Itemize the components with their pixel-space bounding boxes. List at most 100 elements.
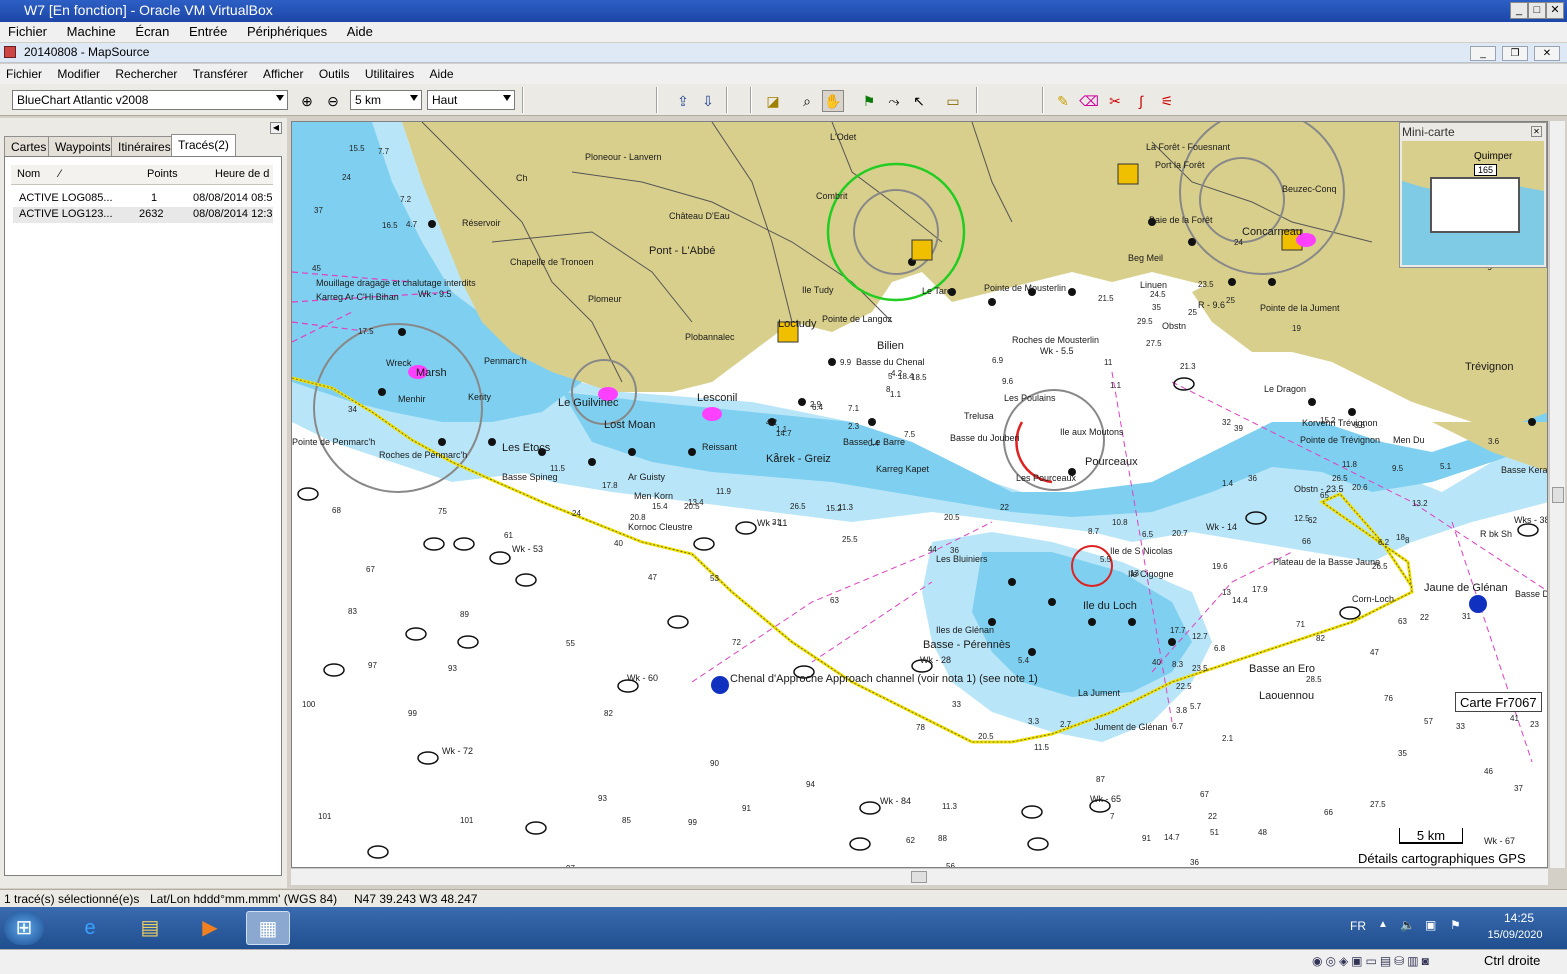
- clock-time[interactable]: 14:25: [1492, 911, 1546, 925]
- map-place-label: Basse du Jouberi: [950, 433, 1020, 443]
- depth-sounding: 24: [342, 173, 351, 182]
- minimap-viewport[interactable]: [1430, 177, 1520, 233]
- tab-waypoints[interactable]: Waypoints: [48, 136, 118, 156]
- ms-restore-button[interactable]: ❐: [1502, 46, 1528, 61]
- language-indicator[interactable]: FR: [1350, 919, 1366, 933]
- map-place-label: Les Poulains: [1004, 393, 1056, 403]
- cursor-position: N47 39.243 W3 48.247: [354, 892, 478, 906]
- action-center-icon[interactable]: ⚑: [1450, 918, 1461, 932]
- col-name[interactable]: Nom: [17, 168, 40, 180]
- distance-tool-icon[interactable]: ▭: [942, 90, 964, 112]
- zoom-in-icon[interactable]: ⊕: [296, 90, 318, 112]
- menu-afficher[interactable]: Afficher: [257, 64, 309, 84]
- depth-sounding: 9.6: [1002, 377, 1014, 386]
- map-place-label: Château D'Eau: [669, 211, 730, 221]
- vbox-menu-fichier[interactable]: Fichier: [0, 22, 55, 41]
- collapse-panel-icon[interactable]: ◀: [270, 122, 282, 134]
- map-place-label: Basse an Ero: [1249, 663, 1316, 675]
- menu-aide[interactable]: Aide: [424, 64, 460, 84]
- map-place-label: Basse du Chenal: [856, 357, 925, 367]
- depth-sounding: 34: [348, 405, 357, 414]
- ms-close-button[interactable]: ✕: [1534, 46, 1560, 61]
- explorer-taskbar-icon[interactable]: ▤: [128, 911, 172, 945]
- menu-fichier[interactable]: Fichier: [0, 64, 48, 84]
- product-select[interactable]: BlueChart Atlantic v2008: [12, 90, 288, 110]
- route-tool-icon[interactable]: ⤳: [883, 90, 905, 112]
- send-to-device-icon[interactable]: ⇩: [697, 90, 719, 112]
- speaker-icon[interactable]: 🔈: [1400, 918, 1415, 932]
- table-row[interactable]: ACTIVE LOG085... 1 08/08/2014 08:5: [13, 191, 273, 207]
- join-track-icon[interactable]: ∫: [1130, 90, 1152, 112]
- menu-modifier[interactable]: Modifier: [51, 64, 106, 84]
- map-vertical-scrollbar[interactable]: [1549, 121, 1565, 868]
- divide-track-icon[interactable]: ✂: [1104, 90, 1126, 112]
- minimap-panel[interactable]: Mini-carte ✕ Quimper 165: [1399, 122, 1547, 268]
- map-place-label: Les Bluiniers: [936, 554, 988, 564]
- map-horizontal-scrollbar[interactable]: [291, 868, 1548, 885]
- close-button[interactable]: ✕: [1546, 2, 1564, 19]
- tab-cartes[interactable]: Cartes: [4, 136, 54, 156]
- filter-track-icon[interactable]: ⚟: [1156, 90, 1178, 112]
- vbox-menu-entree[interactable]: Entrée: [181, 22, 235, 41]
- hand-tool-icon[interactable]: ✋: [822, 90, 844, 112]
- depth-sounding: 19.6: [1212, 562, 1228, 571]
- start-button[interactable]: ⊞: [4, 911, 44, 945]
- track-tool-icon[interactable]: ✎: [1052, 90, 1074, 112]
- zoom-select[interactable]: 5 km: [350, 90, 422, 110]
- maximize-button[interactable]: □: [1528, 2, 1546, 19]
- track-time: 08/08/2014 12:3: [193, 208, 273, 220]
- scrollbar-thumb[interactable]: [911, 871, 927, 883]
- depth-sounding: 23.5: [1192, 664, 1208, 673]
- col-start-time[interactable]: Heure de d: [215, 168, 269, 180]
- menu-transferer[interactable]: Transférer: [187, 64, 254, 84]
- scrollbar-thumb[interactable]: [1552, 487, 1564, 503]
- ie-taskbar-icon[interactable]: e: [68, 911, 112, 945]
- waypoint-tool-icon[interactable]: ⚑: [858, 90, 880, 112]
- map-place-label: Karreg Kapet: [876, 464, 930, 474]
- menu-outils[interactable]: Outils: [313, 64, 356, 84]
- vbox-menu-aide[interactable]: Aide: [339, 22, 381, 41]
- map-tool-icon[interactable]: ◪: [762, 90, 784, 112]
- tab-traces[interactable]: Tracés(2): [171, 134, 236, 157]
- map-place-label: La Jument: [1078, 688, 1121, 698]
- vbox-device-icons[interactable]: ◉◎◈▣▭▤⛁▥◙: [1312, 954, 1432, 968]
- chevron-down-icon: [410, 95, 418, 101]
- depth-sounding: 25: [1226, 296, 1235, 305]
- depth-sounding: 14.7: [1164, 833, 1180, 842]
- media-player-taskbar-icon[interactable]: ▶: [188, 911, 232, 945]
- depth-sounding: 27.5: [1146, 339, 1162, 348]
- menu-utilitaires[interactable]: Utilitaires: [359, 64, 420, 84]
- table-row[interactable]: ACTIVE LOG123... 2632 08/08/2014 12:3: [13, 207, 273, 223]
- tab-itineraires[interactable]: Itinéraires: [111, 136, 178, 156]
- selection-tool-icon[interactable]: ↖: [908, 90, 930, 112]
- map-canvas[interactable]: Pont - L'Abbé Loctudy Le Guilvinec Lesconil…: [291, 121, 1548, 868]
- depth-sounding: 5.5: [1100, 555, 1112, 564]
- depth-sounding: 2.1: [1222, 734, 1234, 743]
- eraser-tool-icon[interactable]: ⌫: [1078, 90, 1100, 112]
- vbox-menu-peripheriques[interactable]: Périphériques: [239, 22, 335, 41]
- vbox-menu-machine[interactable]: Machine: [59, 22, 124, 41]
- network-icon[interactable]: ▣: [1425, 918, 1436, 932]
- map-place-label: Basse Spineg: [502, 472, 558, 482]
- zoom-tool-icon[interactable]: ⌕: [796, 90, 818, 112]
- tray-expand-icon[interactable]: ▲: [1378, 919, 1388, 930]
- map-place-label: Ch: [516, 173, 528, 183]
- minimap-view[interactable]: Quimper 165: [1402, 141, 1544, 265]
- zoom-out-icon[interactable]: ⊖: [322, 90, 344, 112]
- depth-sounding: 8.7: [1088, 527, 1100, 536]
- close-minimap-icon[interactable]: ✕: [1531, 126, 1542, 137]
- tracks-list[interactable]: Nom ⁄ Points Heure de d ACTIVE LOG085...…: [4, 156, 282, 913]
- detail-select[interactable]: Haut: [427, 90, 515, 110]
- menu-rechercher[interactable]: Rechercher: [109, 64, 183, 84]
- clock-date[interactable]: 15/09/2020: [1480, 929, 1550, 941]
- mapsource-taskbar-icon[interactable]: ▦: [246, 911, 290, 945]
- depth-sounding: 7.1: [848, 404, 860, 413]
- minimize-button[interactable]: _: [1510, 2, 1528, 19]
- receive-from-device-icon[interactable]: ⇪: [672, 90, 694, 112]
- depth-sounding: 13: [1222, 588, 1231, 597]
- vbox-menu-ecran[interactable]: Écran: [127, 22, 177, 41]
- depth-sounding: 17.9: [1252, 585, 1268, 594]
- col-points[interactable]: Points: [147, 168, 178, 180]
- depth-sounding: 11.3: [942, 802, 957, 811]
- ms-minimize-button[interactable]: _: [1470, 46, 1496, 61]
